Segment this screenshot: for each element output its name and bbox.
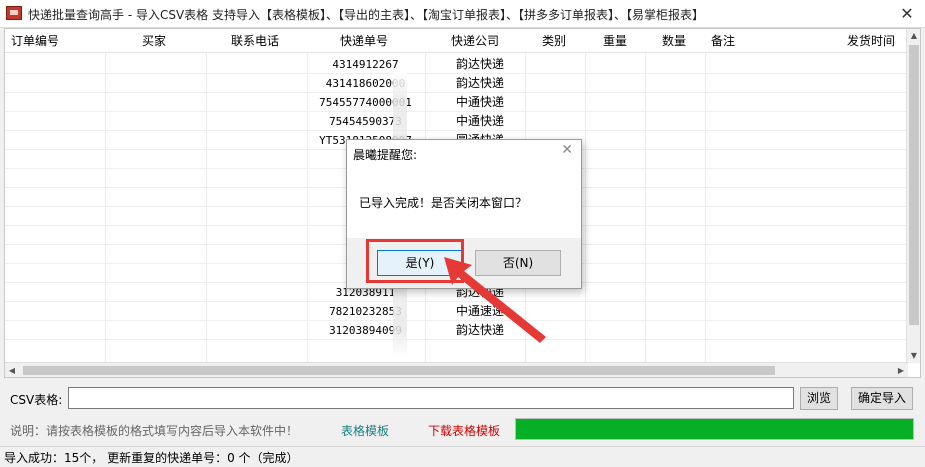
column-header-order-no[interactable]: 订单编号 [11, 29, 59, 53]
scroll-down-icon[interactable]: ▼ [907, 349, 921, 363]
column-header-category[interactable]: 类别 [542, 29, 566, 53]
column-header-courier[interactable]: 快递公司 [451, 29, 499, 53]
dialog-close-icon[interactable]: ✕ [561, 142, 573, 158]
column-header-quantity[interactable]: 数量 [662, 29, 686, 53]
scroll-right-icon[interactable]: ▶ [894, 363, 908, 378]
browse-button[interactable]: 浏览 [800, 387, 838, 410]
csv-label: CSV表格: [10, 393, 63, 407]
info-row: 说明：请按表格模板的格式填写内容后导入本软件中！ 表格模板 下载表格模板 [0, 416, 925, 442]
scroll-left-icon[interactable]: ◀ [5, 363, 19, 378]
column-header-tracking-no[interactable]: 快递单号 [340, 29, 388, 53]
horizontal-scrollbar[interactable]: ◀ ▶ [5, 362, 908, 377]
courier-cell: 韵达快递 [455, 76, 504, 90]
progress-fill [516, 419, 913, 439]
table-row[interactable]: 75454590373 中通快递 [5, 112, 908, 131]
column-header-weight[interactable]: 重量 [603, 29, 627, 53]
table-row[interactable]: 4314912267 韵达快递 [5, 55, 908, 74]
progress-bar [515, 418, 914, 440]
column-header-ship-time[interactable]: 发货时间 [847, 29, 895, 53]
dialog-message: 已导入完成！是否关闭本窗口？ [359, 196, 528, 210]
window-title: 快递批量查询高手 - 导入CSV表格 支持导入【表格模板】、【导出的主表】、【淘… [28, 8, 704, 22]
title-bar: 快递批量查询高手 - 导入CSV表格 支持导入【表格模板】、【导出的主表】、【淘… [0, 0, 925, 28]
status-text: 导入成功：15个， 更新重复的快递单号：0 个（完成） [4, 451, 299, 465]
column-header-remark[interactable]: 备注 [711, 29, 735, 53]
tracking-number-cell: 4314912267 [332, 58, 399, 71]
instruction-text: 说明：请按表格模板的格式填写内容后导入本软件中！ [10, 424, 299, 438]
table-header: 订单编号 买家 联系电话 快递单号 快递公司 类别 重量 数量 备注 发货时间 [5, 29, 908, 53]
column-header-buyer[interactable]: 买家 [142, 29, 166, 53]
courier-cell: 中通快递 [455, 95, 504, 109]
pointer-arrow-icon [444, 257, 546, 343]
confirm-import-button[interactable]: 确定导入 [851, 387, 913, 410]
horizontal-scroll-thumb[interactable] [23, 366, 775, 375]
scroll-up-icon[interactable]: ▲ [907, 29, 921, 43]
template-link[interactable]: 表格模板 [341, 422, 389, 439]
vertical-scroll-thumb[interactable] [909, 45, 919, 325]
table-row[interactable]: 75455774000001 中通快递 [5, 93, 908, 112]
status-bar: 导入成功：15个， 更新重复的快递单号：0 个（完成） [0, 446, 925, 467]
csv-path-input[interactable] [68, 387, 794, 409]
window-close-button[interactable]: ✕ [889, 0, 925, 28]
csv-row: CSV表格: 浏览 确定导入 [0, 386, 925, 412]
table-row[interactable]: 431418602000 韵达快递 [5, 74, 908, 93]
courier-cell: 韵达快递 [455, 57, 504, 71]
column-header-phone[interactable]: 联系电话 [231, 29, 279, 53]
vertical-scrollbar[interactable]: ▲ ▼ [906, 29, 920, 363]
app-icon [6, 6, 22, 20]
dialog-title: 晨曦提醒您: [353, 148, 418, 162]
download-template-link[interactable]: 下载表格模板 [428, 422, 500, 439]
courier-cell: 中通快递 [455, 114, 504, 128]
